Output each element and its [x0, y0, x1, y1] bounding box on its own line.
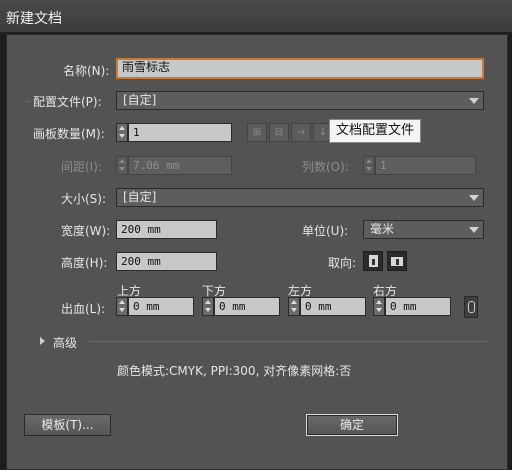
artboard-count-input[interactable]: 1 [128, 123, 232, 142]
bleed-right-input[interactable]: 0 mm [385, 297, 451, 316]
profile-select[interactable]: [自定] [116, 91, 484, 110]
name-label: 名称(N): [63, 64, 110, 78]
bleed-right-stepper[interactable] [373, 297, 385, 316]
chevron-down-icon [469, 227, 479, 233]
units-select[interactable]: 毫米 [363, 220, 484, 239]
window-title: 新建文档 [6, 11, 62, 27]
portrait-orientation-icon[interactable] [363, 251, 383, 271]
bleed-label: 出血(L): [61, 302, 106, 316]
columns-stepper[interactable] [363, 156, 375, 175]
width-label: 宽度(W): [61, 224, 111, 238]
units-value: 毫米 [370, 222, 395, 236]
chevron-down-icon [469, 98, 479, 104]
profile-value: [自定] [123, 93, 157, 107]
profile-tooltip: 文档配置文件 [329, 119, 422, 143]
size-value: [自定] [123, 190, 157, 204]
artboard-count-stepper[interactable] [116, 123, 128, 142]
templates-button[interactable]: 模板(T)... [24, 414, 111, 436]
columns-input[interactable]: 1 [375, 156, 476, 175]
bleed-bottom-input[interactable]: 0 mm [214, 297, 280, 316]
disclosure-triangle-icon[interactable] [40, 337, 45, 345]
spacing-stepper[interactable] [116, 156, 128, 175]
grid-by-column-icon[interactable]: ⊟ [269, 123, 289, 142]
chevron-down-icon [469, 195, 479, 201]
width-input[interactable]: 200 mm [116, 220, 217, 239]
artboard-count-label: 画板数量(M): [33, 127, 105, 141]
landscape-orientation-icon[interactable] [387, 251, 407, 271]
bleed-top-stepper[interactable] [116, 297, 128, 316]
size-select[interactable]: [自定] [116, 188, 484, 207]
spacing-label: 间距(I): [61, 160, 102, 174]
height-label: 高度(H): [61, 256, 108, 270]
orientation-label: 取向: [328, 256, 357, 270]
grid-by-row-icon[interactable]: ⊞ [247, 123, 267, 142]
advanced-toggle[interactable]: 高级 [53, 334, 77, 351]
name-input[interactable]: 雨雪标志 [116, 58, 484, 79]
columns-label: 列数(O): [302, 160, 349, 174]
spacing-input[interactable]: 7.06 mm [128, 156, 232, 175]
bleed-left-input[interactable]: 0 mm [300, 297, 366, 316]
ok-button[interactable]: 确定 [306, 414, 398, 436]
link-bleed-icon[interactable] [464, 296, 478, 318]
size-label: 大小(S): [61, 192, 107, 206]
bleed-left-stepper[interactable] [288, 297, 300, 316]
arrange-by-row-icon[interactable]: → [291, 123, 311, 142]
document-summary: 颜色模式:CMYK, PPI:300, 对齐像素网格:否 [117, 364, 352, 378]
units-label: 单位(U): [302, 224, 349, 238]
bleed-top-input[interactable]: 0 mm [128, 297, 194, 316]
title-bar: 新建文档 [0, 0, 512, 33]
bleed-bottom-stepper[interactable] [202, 297, 214, 316]
new-document-dialog: 名称(N): 雨雪标志 配置文件(P): [自定] 画板数量(M): 1 ⊞ ⊟… [6, 34, 508, 470]
profile-label: 配置文件(P): [33, 95, 102, 109]
advanced-divider [89, 341, 487, 342]
profile-group-divider [25, 101, 31, 102]
height-input[interactable]: 200 mm [116, 252, 217, 271]
